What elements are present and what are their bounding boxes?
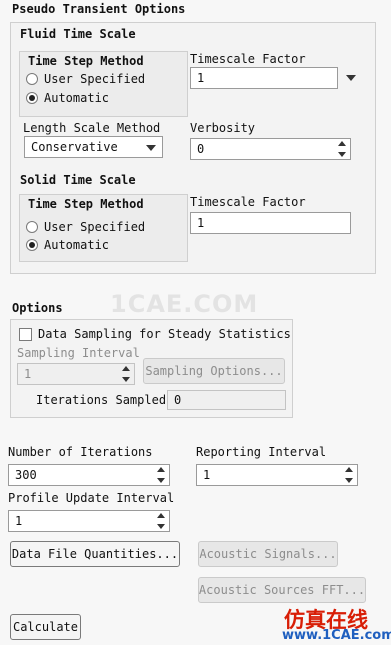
spinner-icon[interactable]	[155, 466, 167, 484]
number-of-iterations-value: 300	[15, 468, 37, 482]
fluid-automatic-label: Automatic	[44, 91, 110, 105]
brand-url-text: www.1CAE.com	[282, 628, 391, 643]
solid-time-step-method-title: Time Step Method	[28, 197, 144, 211]
iterations-sampled-label: Iterations Sampled	[36, 393, 167, 407]
data-sampling-checkbox-row[interactable]: Data Sampling for Steady Statistics	[19, 327, 291, 341]
acoustic-sources-fft-button[interactable]: Acoustic Sources FFT...	[198, 577, 366, 603]
fluid-automatic-option[interactable]: Automatic	[26, 91, 109, 105]
profile-update-interval-stepper[interactable]: 1	[8, 510, 170, 532]
fluid-time-scale-title: Fluid Time Scale	[20, 27, 136, 41]
watermark-text: 1CAE.COM	[110, 290, 259, 318]
data-file-quantities-button[interactable]: Data File Quantities...	[10, 541, 180, 567]
solid-time-scale-title: Solid Time Scale	[20, 173, 136, 187]
checkbox-icon[interactable]	[19, 327, 32, 341]
solid-user-specified-label: User Specified	[44, 220, 146, 234]
options-title: Options	[12, 301, 63, 315]
run-calculation-panel: Pseudo Transient Options Fluid Time Scal…	[0, 0, 391, 645]
sampling-options-button[interactable]: Sampling Options...	[143, 358, 285, 384]
fluid-timescale-factor-input[interactable]: 1	[190, 67, 338, 89]
acoustic-signals-button[interactable]: Acoustic Signals...	[198, 541, 338, 567]
length-scale-method-label: Length Scale Method	[23, 121, 161, 135]
profile-update-interval-label: Profile Update Interval	[8, 491, 175, 505]
pseudo-transient-group: Fluid Time Scale Time Step Method User S…	[10, 22, 376, 274]
solid-user-specified-option[interactable]: User Specified	[26, 220, 145, 234]
profile-update-interval-value: 1	[15, 514, 23, 528]
radio-selected-icon[interactable]	[26, 92, 38, 104]
solid-automatic-label: Automatic	[44, 238, 110, 252]
sampling-interval-label: Sampling Interval	[17, 346, 140, 360]
chevron-down-icon[interactable]	[346, 75, 356, 81]
solid-time-step-method-group: Time Step Method User Specified Automati…	[19, 194, 188, 262]
spinner-icon[interactable]	[120, 365, 132, 383]
solid-timescale-factor-input[interactable]: 1	[190, 212, 351, 234]
spinner-icon[interactable]	[336, 140, 348, 158]
solid-automatic-option[interactable]: Automatic	[26, 238, 109, 252]
fluid-timescale-factor-label: Timescale Factor	[190, 52, 306, 66]
data-sampling-label: Data Sampling for Steady Statistics	[38, 327, 291, 341]
verbosity-value: 0	[197, 142, 205, 156]
sampling-interval-stepper[interactable]: 1	[17, 363, 135, 385]
radio-icon[interactable]	[26, 73, 38, 85]
iterations-sampled-value: 0	[167, 390, 286, 410]
reporting-interval-stepper[interactable]: 1	[196, 464, 358, 486]
length-scale-method-value: Conservative	[31, 140, 118, 154]
fluid-user-specified-label: User Specified	[44, 72, 146, 86]
chevron-down-icon[interactable]	[146, 145, 156, 151]
sampling-interval-value: 1	[24, 367, 32, 381]
spinner-icon[interactable]	[155, 512, 167, 530]
number-of-iterations-label: Number of Iterations	[8, 445, 153, 459]
length-scale-method-select[interactable]: Conservative	[24, 136, 163, 158]
fluid-user-specified-option[interactable]: User Specified	[26, 72, 145, 86]
solid-timescale-factor-label: Timescale Factor	[190, 195, 306, 209]
options-group: Data Sampling for Steady Statistics Samp…	[10, 319, 293, 418]
reporting-interval-label: Reporting Interval	[196, 445, 327, 459]
verbosity-label: Verbosity	[190, 121, 256, 135]
spinner-icon[interactable]	[343, 466, 355, 484]
fluid-time-step-method-title: Time Step Method	[28, 54, 144, 68]
fluid-time-step-method-group: Time Step Method User Specified Automati…	[19, 51, 188, 117]
radio-selected-icon[interactable]	[26, 239, 38, 251]
radio-icon[interactable]	[26, 221, 38, 233]
calculate-button[interactable]: Calculate	[10, 614, 81, 640]
reporting-interval-value: 1	[203, 468, 211, 482]
number-of-iterations-stepper[interactable]: 300	[8, 464, 170, 486]
pseudo-transient-title: Pseudo Transient Options	[12, 2, 186, 16]
verbosity-stepper[interactable]: 0	[190, 138, 351, 160]
